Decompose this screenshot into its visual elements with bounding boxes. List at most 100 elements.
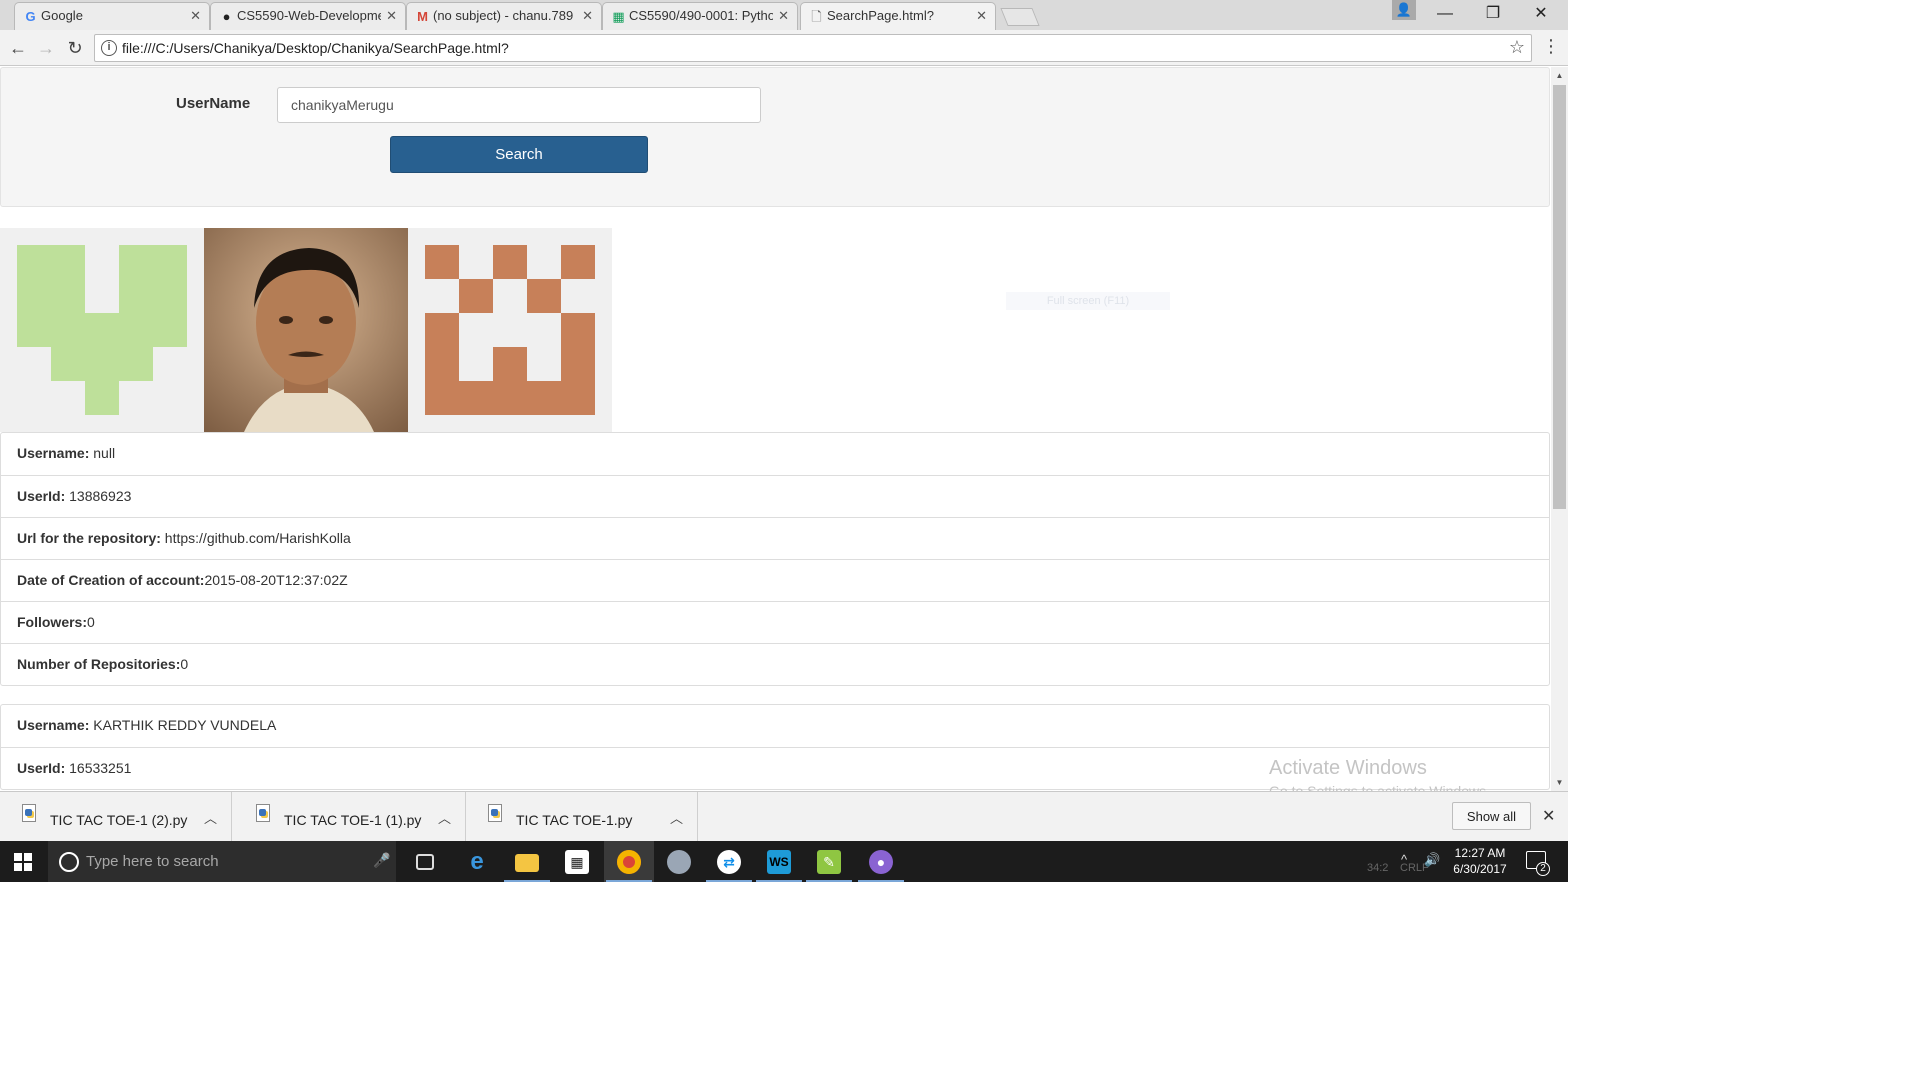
- search-button[interactable]: Search: [390, 136, 648, 173]
- clock-date: 6/30/2017: [1453, 862, 1507, 876]
- page-icon: 🗋: [811, 9, 822, 24]
- search-form: UserName Search: [0, 67, 1550, 207]
- google-icon: G: [25, 9, 36, 24]
- webstorm-icon[interactable]: WS: [754, 841, 804, 882]
- browser-toolbar: ← → ↻ i file:///C:/Users/Chanikya/Deskto…: [0, 30, 1568, 66]
- profile-photo: [204, 228, 408, 432]
- field-label: Username:: [17, 445, 90, 461]
- download-item[interactable]: TIC TAC TOE-1 (2).py ︿: [0, 792, 232, 842]
- download-name[interactable]: TIC TAC TOE-1.py: [516, 812, 632, 828]
- close-window-button[interactable]: ✕: [1518, 0, 1564, 30]
- chevron-up-icon[interactable]: ︿: [204, 808, 217, 827]
- activate-windows-watermark: Activate Windows Go to Settings to activ…: [1269, 757, 1490, 791]
- windows-start-icon[interactable]: [14, 853, 32, 871]
- chevron-up-tray-icon[interactable]: ^: [1401, 852, 1407, 867]
- menu-icon[interactable]: ⋮: [1542, 36, 1560, 57]
- tab-title: (no subject) - chanu.789: [433, 8, 574, 23]
- username-value: null: [93, 445, 116, 461]
- followers-value: 0: [87, 614, 95, 630]
- address-bar[interactable]: i file:///C:/Users/Chanikya/Desktop/Chan…: [94, 34, 1532, 62]
- username-label: UserName: [176, 95, 251, 112]
- close-tab-icon[interactable]: ✕: [976, 3, 987, 29]
- created-row: Date of Creation of account:2015-08-20T1…: [1, 559, 1549, 601]
- scroll-down-arrow-icon[interactable]: ▼: [1551, 774, 1568, 791]
- python-file-icon: [488, 804, 502, 822]
- download-item[interactable]: TIC TAC TOE-1 (1).py ︿: [234, 792, 466, 842]
- tab-gmail[interactable]: M (no subject) - chanu.789 ✕: [406, 2, 602, 30]
- cortana-icon[interactable]: [59, 852, 79, 872]
- show-all-button[interactable]: Show all: [1452, 802, 1531, 830]
- created-value: 2015-08-20T12:37:02Z: [204, 572, 348, 588]
- minimize-button[interactable]: —: [1422, 0, 1468, 30]
- tab-title: CS5590-Web-Developme: [237, 8, 381, 23]
- notification-count: 2: [1536, 862, 1550, 876]
- identicon-orange: [408, 228, 612, 432]
- repo-url-row: Url for the repository: https://github.c…: [1, 517, 1549, 559]
- repo-url-value: https://github.com/HarishKolla: [164, 530, 351, 546]
- download-shelf: TIC TAC TOE-1 (2).py ︿ TIC TAC TOE-1 (1)…: [0, 791, 1568, 842]
- edge-icon[interactable]: e: [452, 841, 502, 882]
- close-shelf-icon[interactable]: ✕: [1542, 806, 1555, 826]
- search-placeholder[interactable]: Type here to search: [86, 853, 219, 870]
- profile-icon[interactable]: 👤: [1392, 0, 1416, 20]
- taskbar-clock[interactable]: 12:27 AM 6/30/2017: [1450, 845, 1510, 877]
- github-icon: ●: [222, 9, 231, 24]
- microphone-icon[interactable]: 🎤: [373, 852, 390, 869]
- vertical-scrollbar[interactable]: ▲ ▼: [1551, 67, 1568, 791]
- tab-google[interactable]: G Google ✕: [14, 2, 210, 30]
- tab-searchpage[interactable]: 🗋 SearchPage.html? ✕: [800, 2, 996, 30]
- download-name[interactable]: TIC TAC TOE-1 (1).py: [284, 812, 421, 828]
- tab-sheets[interactable]: ▦ CS5590/490-0001: Pytho ✕: [602, 2, 798, 30]
- field-label: Username:: [17, 717, 90, 733]
- gmail-icon: M: [417, 9, 428, 24]
- forward-button[interactable]: →: [34, 36, 58, 60]
- page-viewport: UserName Search: [0, 67, 1551, 791]
- watermark-subtitle: Go to Settings to activate Windows.: [1269, 783, 1490, 791]
- back-button[interactable]: ←: [6, 36, 30, 60]
- tab-github[interactable]: ● CS5590-Web-Developme ✕: [210, 2, 406, 30]
- info-icon[interactable]: i: [101, 40, 117, 56]
- field-label: UserId:: [17, 488, 66, 504]
- python-file-icon: [22, 804, 36, 822]
- chevron-up-icon[interactable]: ︿: [670, 808, 683, 827]
- close-tab-icon[interactable]: ✕: [190, 3, 201, 29]
- python-file-icon: [256, 804, 270, 822]
- reload-button[interactable]: ↻: [63, 36, 87, 60]
- chrome-icon[interactable]: [604, 841, 654, 882]
- userid-value: 16533251: [69, 760, 132, 776]
- taskbar-search-box[interactable]: Type here to search 🎤: [48, 841, 396, 882]
- task-view-icon[interactable]: [400, 841, 450, 882]
- download-item[interactable]: TIC TAC TOE-1.py ︿: [466, 792, 698, 842]
- url-text[interactable]: file:///C:/Users/Chanikya/Desktop/Chanik…: [122, 40, 509, 56]
- download-name[interactable]: TIC TAC TOE-1 (2).py: [50, 812, 187, 828]
- close-tab-icon[interactable]: ✕: [582, 3, 593, 29]
- username-input[interactable]: [277, 87, 761, 123]
- chevron-up-icon[interactable]: ︿: [438, 808, 451, 827]
- status-position: 34:2: [1367, 862, 1389, 874]
- new-tab-button[interactable]: [1000, 8, 1040, 26]
- store-icon[interactable]: ▦: [552, 841, 602, 882]
- sheets-icon: ▦: [612, 9, 625, 24]
- tab-title: Google: [41, 8, 83, 23]
- paint-icon[interactable]: [654, 841, 704, 882]
- windows-taskbar: Type here to search 🎤 e ▦ ⇄ WS ✎ ● 34:2 …: [0, 841, 1568, 882]
- scrollbar-thumb[interactable]: [1553, 85, 1566, 509]
- file-explorer-icon[interactable]: [502, 841, 552, 882]
- fullscreen-tooltip: Full screen (F11): [1006, 292, 1170, 310]
- teamviewer-icon[interactable]: ⇄: [704, 841, 754, 882]
- volume-icon[interactable]: 🔊: [1424, 852, 1440, 868]
- notepadpp-icon[interactable]: ✎: [804, 841, 854, 882]
- repos-row: Number of Repositories:0: [1, 643, 1549, 685]
- close-tab-icon[interactable]: ✕: [778, 3, 789, 29]
- close-tab-icon[interactable]: ✕: [386, 3, 397, 29]
- identicon-green: [0, 228, 204, 432]
- result-panel-1: Username: null UserId: 13886923 Url for …: [0, 432, 1550, 686]
- restore-button[interactable]: ❐: [1470, 0, 1516, 30]
- scroll-up-arrow-icon[interactable]: ▲: [1551, 67, 1568, 84]
- tab-title: SearchPage.html?: [827, 8, 934, 23]
- github-desktop-icon[interactable]: ●: [856, 841, 906, 882]
- username-row: Username: null: [1, 433, 1549, 475]
- tab-strip: G Google ✕ ● CS5590-Web-Developme ✕ M (n…: [0, 0, 1568, 30]
- bookmark-star-icon[interactable]: ☆: [1509, 37, 1525, 58]
- field-label: UserId:: [17, 760, 66, 776]
